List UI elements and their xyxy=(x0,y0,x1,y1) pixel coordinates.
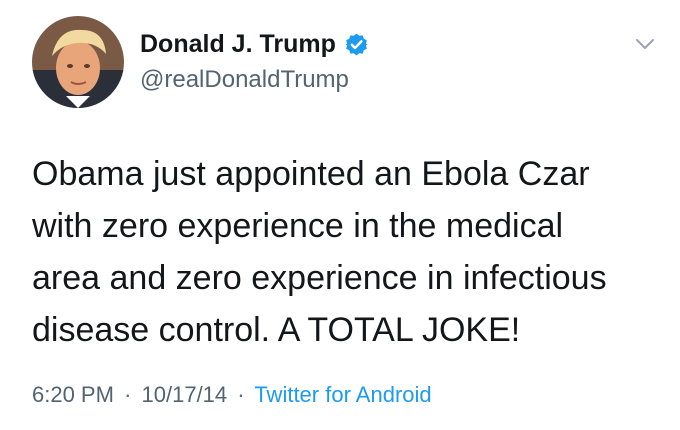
meta-separator: · xyxy=(124,382,132,407)
verified-badge-icon xyxy=(344,32,369,57)
tweet-text: Obama just appointed an Ebola Czar with … xyxy=(32,155,607,349)
meta-separator: · xyxy=(237,382,245,407)
display-name[interactable]: Donald J. Trump xyxy=(140,30,336,59)
name-row: Donald J. Trump xyxy=(140,30,369,59)
tweet-date[interactable]: 10/17/14 xyxy=(142,382,228,407)
user-handle[interactable]: @realDonaldTrump xyxy=(140,66,349,94)
chevron-down-icon[interactable] xyxy=(634,36,656,52)
profile-photo-icon xyxy=(32,16,124,108)
tweet-source-link[interactable]: Twitter for Android xyxy=(254,382,431,407)
tweet-time[interactable]: 6:20 PM xyxy=(32,382,114,407)
tweet-card: Donald J. Trump @realDonaldTrump Obama j… xyxy=(0,0,680,430)
tweet-meta: 6:20 PM · 10/17/14 · Twitter for Android xyxy=(32,382,432,408)
avatar[interactable] xyxy=(32,16,124,108)
